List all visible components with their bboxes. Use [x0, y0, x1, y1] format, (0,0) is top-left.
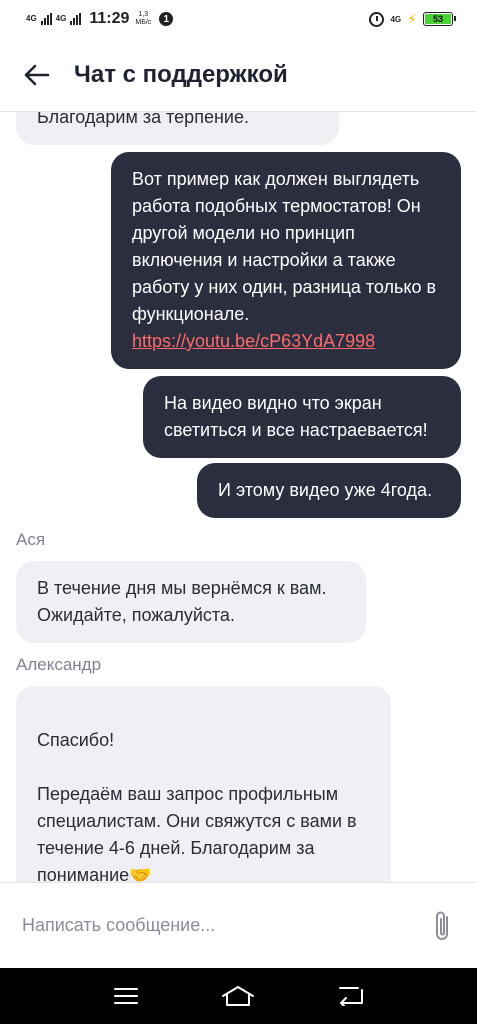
sender-name: Александр [16, 655, 102, 674]
message-composer [0, 882, 477, 968]
app-header: Чат с поддержкой [0, 38, 477, 112]
message-incoming: Благодарим за терпение. [16, 112, 339, 145]
arrow-left-icon [24, 64, 50, 85]
home-icon [222, 986, 255, 1006]
status-bar: 4G 4G 11:29 1,3 МБ/с 1 4G ⚡ 53 [0, 0, 477, 38]
message-text: Спасибо! Передаём ваш запрос профильным … [37, 730, 357, 882]
notification-badge: 1 [159, 12, 174, 26]
message-outgoing: На видео видно что экран светиться и все… [143, 376, 461, 458]
alarm-icon [369, 11, 385, 27]
message-text: В течение дня мы вернёмся к вам. Ожидайт… [37, 578, 327, 625]
message-text: Благодарим за терпение. [37, 112, 249, 127]
paperclip-icon [436, 911, 448, 940]
back-icon [338, 987, 363, 1006]
battery-level: 53 [425, 14, 451, 24]
message-incoming: Спасибо! Передаём ваш запрос профильным … [16, 686, 391, 882]
network-speed: 1,3 МБ/с [135, 11, 152, 26]
network-type-3: 4G [390, 14, 402, 24]
network-type-2: 4G [55, 14, 67, 23]
message-input[interactable] [22, 915, 431, 936]
recent-apps-button[interactable] [106, 976, 146, 1016]
charging-icon: ⚡ [407, 10, 417, 27]
home-button[interactable] [218, 976, 258, 1016]
message-text: Вот пример как должен выглядеть работа п… [132, 169, 437, 324]
sender-name: Ася [16, 530, 46, 549]
message-outgoing: Вот пример как должен выглядеть работа п… [111, 152, 461, 369]
back-button[interactable] [22, 60, 52, 90]
clock: 11:29 [89, 10, 130, 27]
system-nav-bar [0, 968, 477, 1024]
battery-icon: 53 [423, 12, 456, 26]
chat-area[interactable]: Благодарим за терпение. Вот пример как д… [0, 112, 477, 882]
menu-icon [114, 988, 139, 1004]
message-incoming: В течение дня мы вернёмся к вам. Ожидайт… [16, 561, 366, 643]
network-type-1: 4G [26, 14, 37, 23]
signal-icon [40, 13, 52, 25]
page-title: Чат с поддержкой [74, 60, 288, 88]
message-outgoing: И этому видео уже 4года. [197, 463, 461, 518]
message-text: И этому видео уже 4года. [218, 480, 433, 500]
attach-button[interactable] [431, 908, 455, 944]
message-link[interactable]: https://youtu.be/cP63YdA7998 [132, 331, 375, 351]
back-nav-button[interactable] [331, 976, 371, 1016]
message-text: На видео видно что экран светиться и все… [164, 393, 428, 440]
signal-icon [70, 13, 82, 25]
